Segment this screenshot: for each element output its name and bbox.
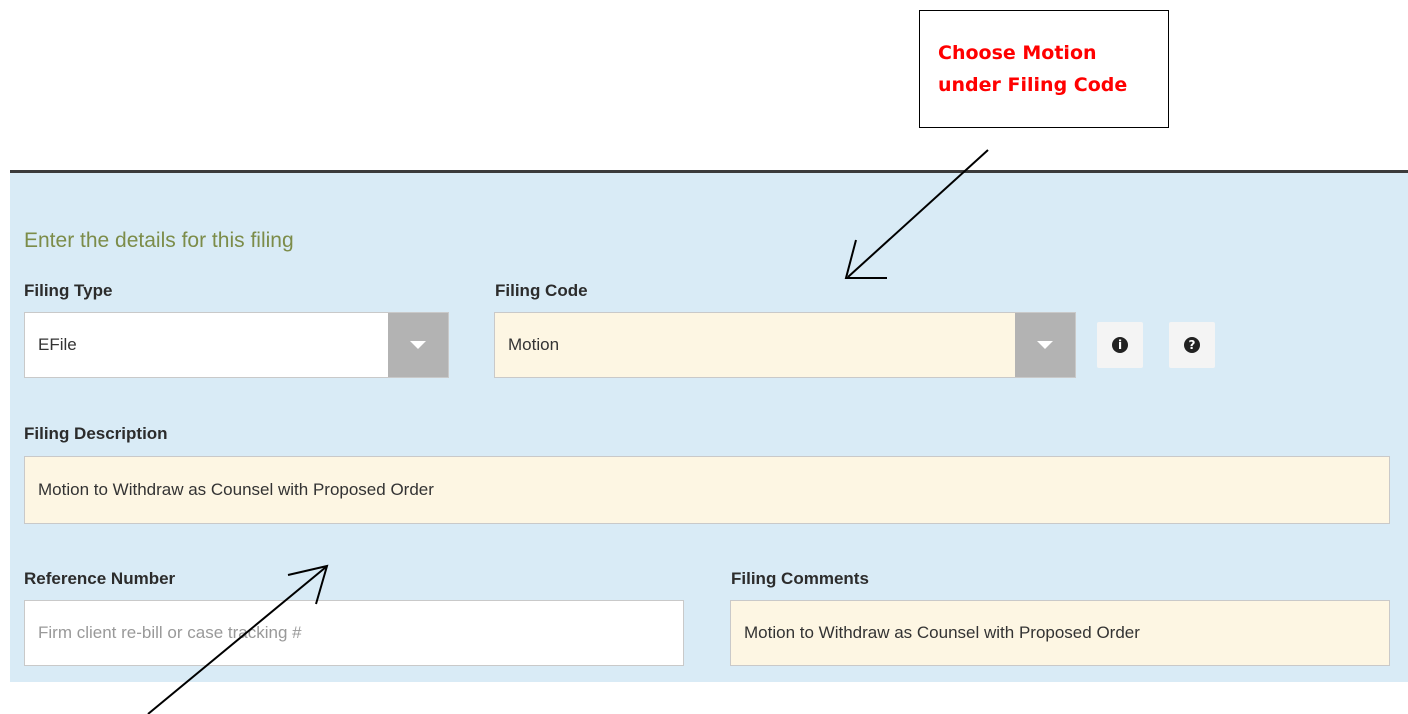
filing-type-select[interactable]: EFile xyxy=(24,312,449,378)
filing-comments-input[interactable]: Motion to Withdraw as Counsel with Propo… xyxy=(730,600,1390,666)
filing-type-value: EFile xyxy=(38,335,77,354)
help-button[interactable]: ? xyxy=(1169,322,1215,368)
filing-comments-label: Filing Comments xyxy=(731,569,869,588)
filing-description-input[interactable]: Motion to Withdraw as Counsel with Propo… xyxy=(24,456,1390,524)
reference-number-placeholder: Firm client re-bill or case tracking # xyxy=(38,623,302,642)
filing-comments-value: Motion to Withdraw as Counsel with Propo… xyxy=(744,623,1140,642)
question-icon: ? xyxy=(1184,337,1200,353)
annotation-line-1: Choose Motion xyxy=(938,42,1097,64)
info-icon: i xyxy=(1112,337,1128,353)
annotation-callout: Choose Motion under Filing Code xyxy=(919,10,1169,128)
reference-number-input[interactable]: Firm client re-bill or case tracking # xyxy=(24,600,684,666)
filing-type-dropdown-arrow[interactable] xyxy=(388,313,448,377)
chevron-down-icon xyxy=(1037,341,1053,349)
annotation-line-2: under Filing Code xyxy=(938,74,1128,96)
chevron-down-icon xyxy=(410,341,426,349)
filing-code-label: Filing Code xyxy=(495,281,588,300)
filing-code-dropdown-arrow[interactable] xyxy=(1015,313,1075,377)
filing-code-select[interactable]: Motion xyxy=(494,312,1076,378)
filing-code-value: Motion xyxy=(508,335,560,354)
info-button[interactable]: i xyxy=(1097,322,1143,368)
filing-description-label: Filing Description xyxy=(24,424,168,443)
reference-number-label: Reference Number xyxy=(24,569,176,588)
filing-type-label: Filing Type xyxy=(24,281,113,300)
section-heading: Enter the details for this filing xyxy=(24,229,294,252)
filing-description-value: Motion to Withdraw as Counsel with Propo… xyxy=(38,480,434,499)
